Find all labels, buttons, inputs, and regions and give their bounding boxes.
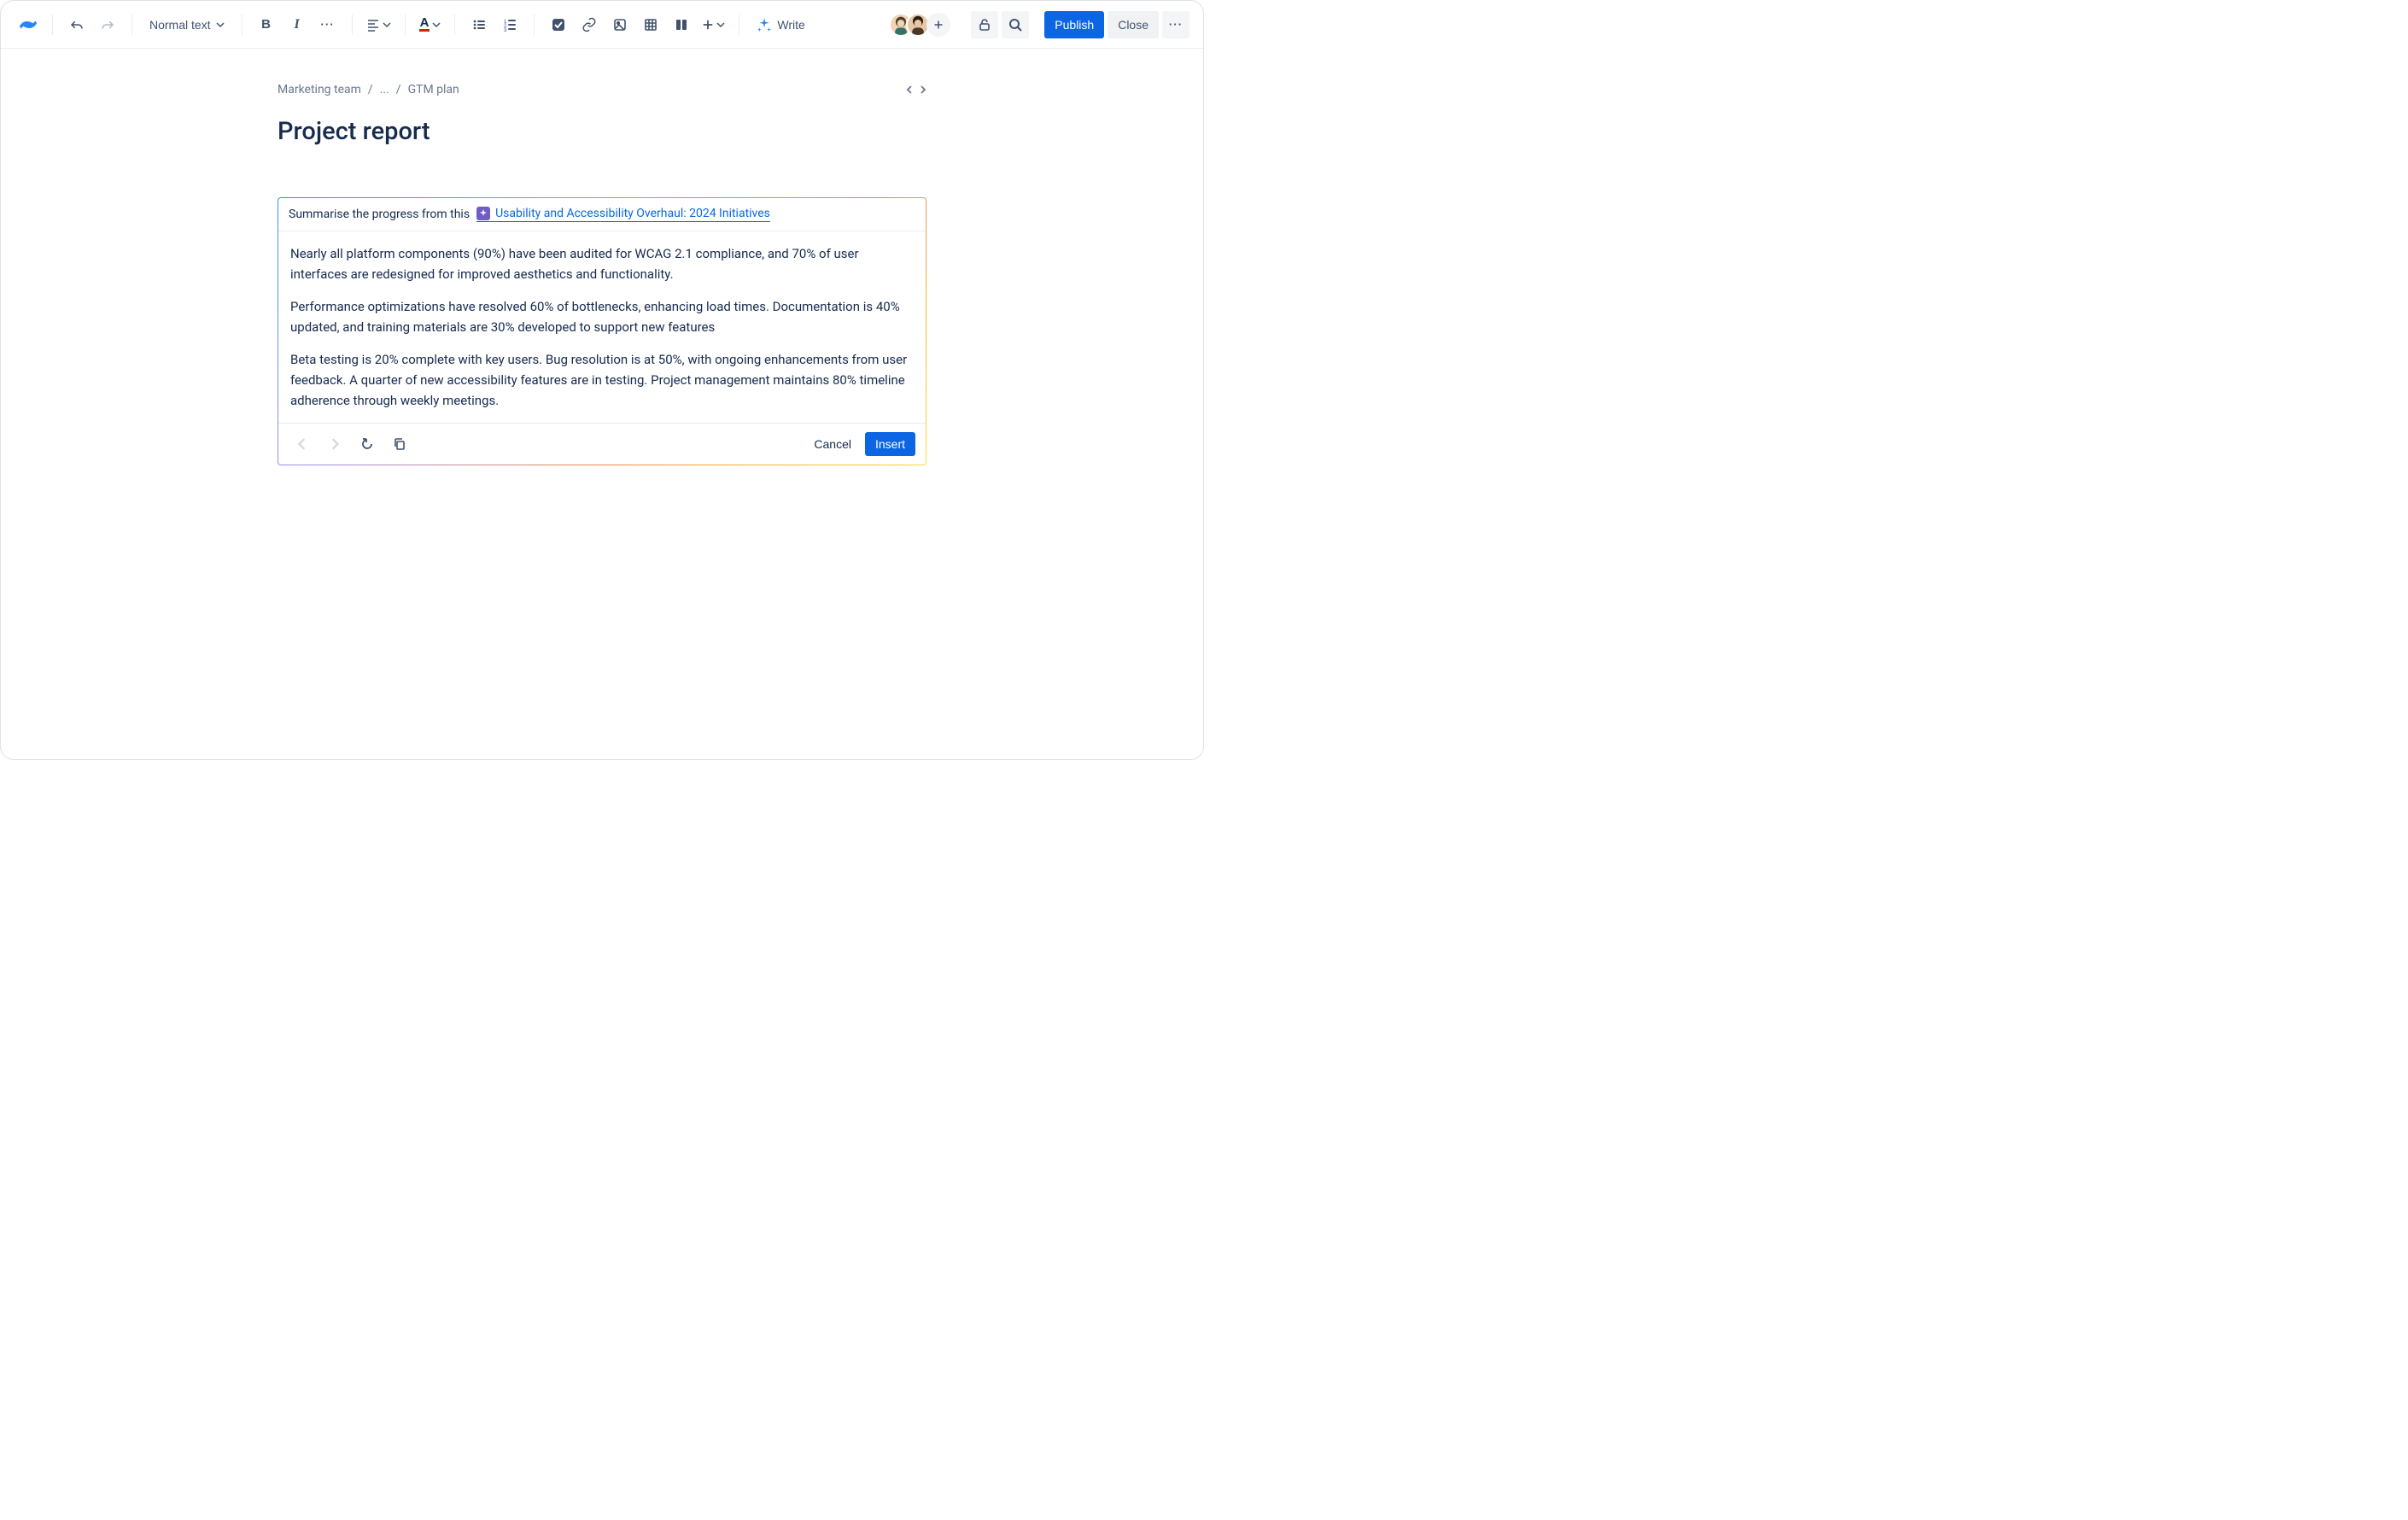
find-replace-button[interactable]	[1002, 11, 1029, 38]
text-style-label: Normal text	[149, 18, 211, 32]
undo-button[interactable]	[63, 11, 91, 38]
redo-button[interactable]	[94, 11, 121, 38]
text-color-icon: A	[419, 17, 430, 32]
ai-insert-button[interactable]: Insert	[865, 432, 915, 456]
ai-sparkle-icon	[757, 17, 772, 32]
doc-icon	[476, 207, 490, 220]
refresh-icon	[360, 437, 374, 451]
layouts-button[interactable]	[668, 11, 695, 38]
page-title[interactable]: Project report	[278, 117, 926, 146]
ai-paragraph-2: Beta testing is 20% complete with key us…	[290, 349, 914, 411]
breadcrumb-item-1[interactable]: ...	[380, 83, 389, 96]
italic-button[interactable]: I	[283, 11, 311, 38]
ai-copy-button[interactable]	[386, 430, 413, 458]
close-button[interactable]: Close	[1108, 11, 1159, 38]
search-icon	[1008, 18, 1022, 32]
ai-next-button[interactable]	[321, 430, 348, 458]
editor-toolbar: Normal text B I ··· A 123	[1, 1, 1203, 49]
ai-paragraph-0: Nearly all platform components (90%) hav…	[290, 243, 914, 284]
bullet-list-button[interactable]	[465, 11, 493, 38]
unlock-icon	[978, 18, 991, 32]
image-button[interactable]	[606, 11, 634, 38]
chevron-down-icon	[432, 20, 441, 29]
numbered-list-button[interactable]: 123	[496, 11, 523, 38]
chevron-left-icon	[296, 438, 308, 450]
chevron-down-icon	[383, 20, 391, 29]
ai-write-label: Write	[777, 18, 804, 32]
chevron-down-icon	[716, 20, 725, 29]
more-actions-button[interactable]: ···	[1162, 11, 1189, 38]
restrictions-button[interactable]	[971, 11, 998, 38]
editor-canvas[interactable]: Marketing team / ... / GTM plan Project …	[1, 49, 1203, 759]
page-width-toggle[interactable]	[906, 85, 926, 95]
collaborator-avatars	[896, 13, 950, 37]
ai-cancel-button[interactable]: Cancel	[805, 432, 860, 456]
plus-icon	[702, 19, 714, 31]
add-collaborator-button[interactable]	[926, 13, 950, 37]
ai-panel-footer: Cancel Insert	[278, 423, 926, 465]
align-dropdown[interactable]	[363, 11, 395, 38]
confluence-logo-icon[interactable]	[15, 11, 42, 38]
copy-icon	[393, 437, 406, 451]
ai-linked-doc-chip[interactable]: Usability and Accessibility Overhaul: 20…	[476, 207, 770, 222]
more-formatting-button[interactable]: ···	[314, 11, 342, 38]
publish-button[interactable]: Publish	[1044, 11, 1104, 38]
ai-assist-panel: Summarise the progress from this Usabili…	[278, 197, 926, 465]
ai-prev-button[interactable]	[289, 430, 316, 458]
breadcrumb-item-0[interactable]: Marketing team	[278, 83, 361, 96]
text-style-dropdown[interactable]: Normal text	[143, 11, 231, 38]
breadcrumb-item-2[interactable]: GTM plan	[408, 83, 459, 96]
ai-paragraph-1: Performance optimizations have resolved …	[290, 296, 914, 337]
chevron-down-icon	[216, 20, 225, 29]
chevron-right-icon	[329, 438, 341, 450]
svg-text:3: 3	[504, 28, 507, 32]
ai-response-body: Nearly all platform components (90%) hav…	[278, 231, 926, 423]
action-item-button[interactable]	[545, 11, 572, 38]
table-button[interactable]	[637, 11, 664, 38]
ai-linked-doc-title: Usability and Accessibility Overhaul: 20…	[495, 207, 770, 220]
ai-prompt-text: Summarise the progress from this	[289, 208, 470, 221]
align-left-icon	[366, 18, 380, 32]
ai-write-button[interactable]: Write	[750, 11, 811, 38]
ai-regenerate-button[interactable]	[354, 430, 381, 458]
insert-dropdown[interactable]	[698, 11, 728, 38]
breadcrumb: Marketing team / ... / GTM plan	[278, 83, 459, 96]
text-color-dropdown[interactable]: A	[416, 11, 445, 38]
bold-button[interactable]: B	[253, 11, 280, 38]
link-button[interactable]	[576, 11, 603, 38]
ai-prompt-row[interactable]: Summarise the progress from this Usabili…	[278, 198, 926, 231]
